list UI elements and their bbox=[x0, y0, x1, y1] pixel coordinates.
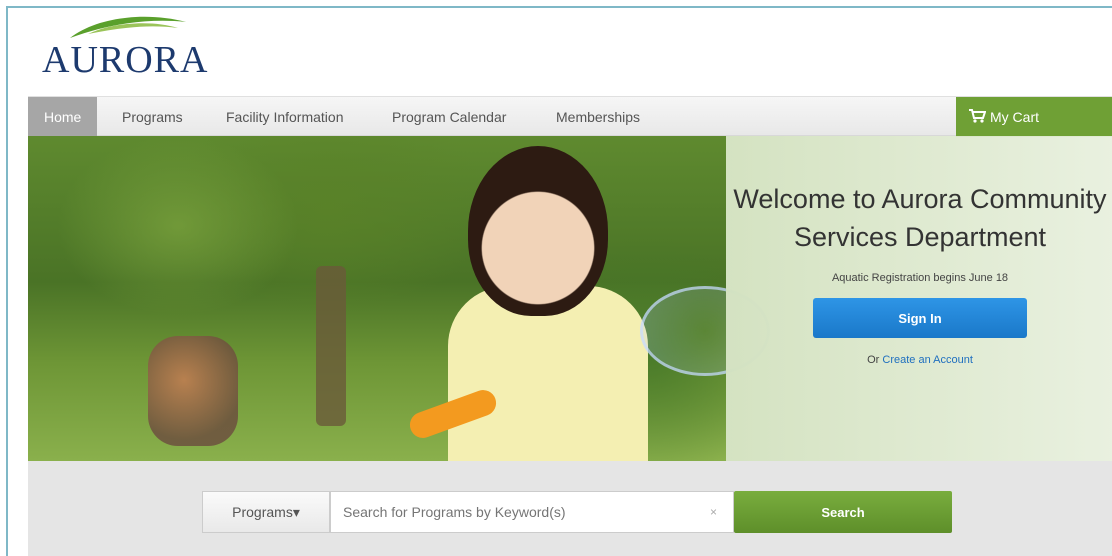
clear-icon[interactable]: × bbox=[710, 491, 717, 533]
nav-programs[interactable]: Programs bbox=[106, 97, 199, 137]
my-cart-button[interactable]: My Cart bbox=[956, 97, 1112, 137]
girl-head bbox=[468, 146, 608, 316]
search-bar: Programs▾ × Search bbox=[28, 461, 1112, 556]
sign-in-button[interactable]: Sign In bbox=[813, 298, 1027, 338]
create-account-line: Or Create an Account bbox=[726, 354, 1112, 366]
search-input[interactable] bbox=[330, 491, 734, 533]
account-prefix: Or bbox=[867, 354, 880, 366]
create-account-link[interactable]: Create an Account bbox=[882, 354, 973, 366]
logo-text: AURORA bbox=[42, 39, 209, 81]
search-button[interactable]: Search bbox=[734, 491, 952, 533]
main-nav: Home Programs Facility Information Progr… bbox=[28, 96, 1112, 137]
nav-home[interactable]: Home bbox=[28, 97, 98, 137]
hero-banner: Welcome to Aurora Community Services Dep… bbox=[28, 136, 1112, 461]
search-category-dropdown[interactable]: Programs▾ bbox=[202, 491, 330, 533]
cart-label: My Cart bbox=[990, 109, 1039, 125]
hero-photo bbox=[28, 136, 770, 461]
stroller-shape bbox=[148, 336, 238, 446]
tree-trunk bbox=[316, 266, 346, 426]
welcome-panel: Welcome to Aurora Community Services Dep… bbox=[726, 136, 1112, 461]
nav-memberships[interactable]: Memberships bbox=[540, 97, 656, 137]
nav-program-calendar[interactable]: Program Calendar bbox=[376, 97, 522, 137]
welcome-title: Welcome to Aurora Community Services Dep… bbox=[733, 184, 1107, 252]
aurora-logo[interactable]: AURORA bbox=[38, 12, 238, 82]
nav-facility-information[interactable]: Facility Information bbox=[210, 97, 359, 137]
page-frame: AURORA Home Programs Facility Informatio… bbox=[6, 6, 1112, 556]
registration-note: Aquatic Registration begins June 18 bbox=[831, 272, 1009, 284]
shopping-cart-icon bbox=[968, 98, 987, 138]
